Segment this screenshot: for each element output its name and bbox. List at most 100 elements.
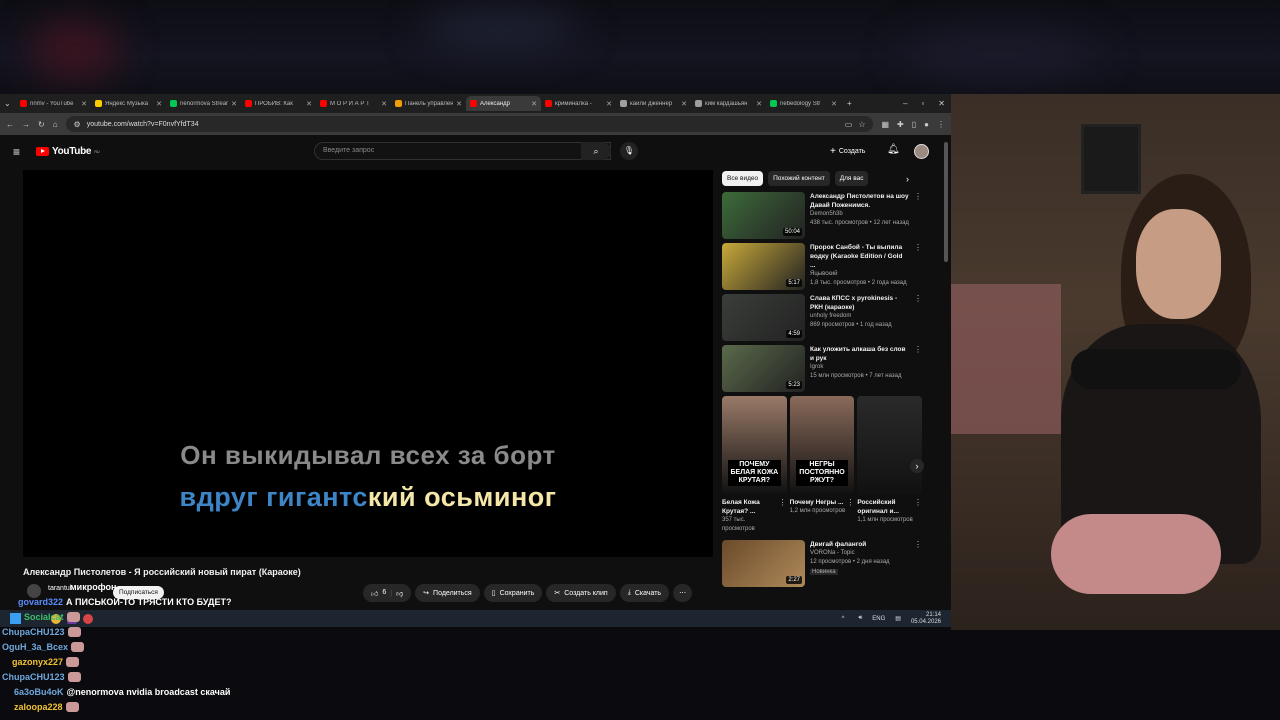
home-icon[interactable]: ⌂	[53, 120, 58, 129]
more-vertical-icon[interactable]: ⋮	[914, 243, 922, 290]
chat-username[interactable]: gazonyx227	[12, 657, 63, 667]
short-title[interactable]: Белая Кожа Крутая? ...	[722, 498, 779, 516]
short-item[interactable]: НЕГРЫ ПОСТОЯННО РЖУТ? Почему Негры ... 1,…	[789, 396, 855, 534]
more-vertical-icon[interactable]: ⋮	[846, 498, 854, 516]
short-item[interactable]: ПОЧЕМУ БЕЛАЯ КОЖА КРУТАЯ? Белая Кожа Кру…	[722, 396, 787, 534]
chat-username[interactable]: Socialcat	[24, 612, 64, 622]
search-button[interactable]: ⌕	[581, 142, 611, 160]
more-vertical-icon[interactable]: ⋮	[779, 498, 787, 534]
browser-tab[interactable]: М О Р И А Р Т ✕	[316, 96, 391, 111]
profile-icon[interactable]: ●	[924, 120, 929, 129]
create-button[interactable]: + Создать	[830, 146, 865, 157]
avatar[interactable]	[914, 144, 929, 159]
chat-username[interactable]: ChupaCHU123	[2, 627, 65, 637]
browser-tab[interactable]: nenormova Streams✕	[166, 96, 241, 111]
video-thumbnail[interactable]: 2:27	[722, 540, 805, 587]
chevron-right-icon[interactable]: ›	[906, 174, 909, 184]
list-item[interactable]: 2:27 Двигай фалангой VORONa - Topic 12 п…	[722, 540, 922, 587]
tab-close-icon[interactable]: ✕	[756, 100, 762, 108]
rec-title[interactable]: Слава КПСС x pyrokinesis - РКН (караоке)	[810, 294, 909, 312]
save-button[interactable]: ▯ Сохранить	[483, 584, 543, 602]
like-button[interactable]: 👍︎ 6	[371, 589, 386, 598]
reload-icon[interactable]: ↻	[38, 120, 45, 129]
download-button[interactable]: ⤓ Скачать	[619, 584, 670, 602]
obs-icon[interactable]	[83, 613, 93, 624]
forward-icon[interactable]: →	[22, 120, 30, 129]
youtube-logo[interactable]: YouTube RU	[36, 146, 100, 157]
extension-icon[interactable]: ▦	[881, 120, 889, 129]
tab-close-icon[interactable]: ✕	[156, 100, 162, 108]
browser-tab[interactable]: криминалка - ✕	[541, 96, 616, 111]
network-icon[interactable]: ▤	[895, 615, 901, 622]
volume-icon[interactable]: 🔊︎	[859, 615, 863, 622]
list-item[interactable]: 5:23 Как уложить алкаша без слов и рук I…	[722, 345, 922, 392]
short-thumbnail[interactable]: ПОЧЕМУ БЕЛАЯ КОЖА КРУТАЯ?	[722, 396, 787, 494]
hamburger-menu-icon[interactable]: ≡	[13, 145, 20, 159]
chat-username[interactable]: OguH_3a_Bcex	[2, 642, 68, 652]
list-item[interactable]: 50:04 Александр Пистолетов на шоу Давай …	[722, 192, 922, 239]
minimize-icon[interactable]: –	[903, 99, 907, 108]
share-button[interactable]: ↪ Поделиться	[415, 584, 480, 602]
rec-channel[interactable]: Demon5h3b	[810, 210, 909, 219]
new-tab-icon[interactable]: +	[847, 99, 852, 108]
sidepanel-icon[interactable]: ▯	[912, 120, 916, 129]
video-thumbnail[interactable]: 4:59	[722, 294, 805, 341]
filter-chip[interactable]: Для вас	[834, 171, 869, 186]
back-icon[interactable]: ←	[6, 120, 14, 129]
list-item[interactable]: 4:59 Слава КПСС x pyrokinesis - РКН (кар…	[722, 294, 922, 341]
rec-title[interactable]: Двигай фалангой	[810, 540, 909, 549]
browser-tab[interactable]: Панель управления✕	[391, 96, 466, 111]
voice-search-button[interactable]: 🎙	[620, 142, 638, 160]
install-icon[interactable]: ▭	[845, 120, 853, 129]
channel-name[interactable]: tarantul	[48, 585, 71, 592]
chat-username[interactable]: ChupaCHU123	[2, 672, 65, 682]
filter-chip[interactable]: Похожий контент	[768, 171, 830, 186]
search-input[interactable]: Введите запрос	[314, 142, 611, 160]
browser-tab[interactable]: Яндекс Музыка ✕	[91, 96, 166, 111]
windows-start-icon[interactable]	[10, 613, 21, 624]
rec-channel[interactable]: Яцывский	[810, 270, 909, 279]
bookmark-star-icon[interactable]: ☆	[858, 120, 865, 129]
tab-close-icon[interactable]: ✕	[831, 100, 837, 108]
notifications-bell-icon[interactable]: 🔔︎	[887, 144, 900, 155]
short-title[interactable]: Почему Негры ...	[790, 498, 847, 507]
more-vertical-icon[interactable]: ⋮	[914, 345, 922, 392]
language-indicator[interactable]: ENG	[872, 616, 885, 622]
list-item[interactable]: 5:17 Пророк Санбой - Ты выпила водку (Ka…	[722, 243, 922, 290]
tray-chevron-icon[interactable]: ^	[842, 616, 845, 622]
video-thumbnail[interactable]: 50:04	[722, 192, 805, 239]
short-title[interactable]: Российский оригинал и...	[857, 498, 914, 516]
more-vertical-icon[interactable]: ⋮	[914, 294, 922, 341]
scrollbar[interactable]	[944, 142, 948, 262]
dislike-button[interactable]: 👎︎	[396, 589, 403, 598]
clock[interactable]: 21:14 05.04.2026	[911, 612, 941, 626]
close-window-icon[interactable]: ✕	[938, 99, 945, 108]
tab-close-icon[interactable]: ✕	[81, 100, 87, 108]
short-thumbnail[interactable]	[857, 396, 923, 494]
puzzle-icon[interactable]: ✚	[897, 120, 904, 129]
site-info-icon[interactable]: ⚙	[74, 120, 81, 129]
more-vertical-icon[interactable]: ⋮	[914, 192, 922, 239]
chat-username[interactable]: govard322	[18, 597, 63, 607]
maximize-icon[interactable]: ▫	[921, 99, 924, 108]
filter-chip[interactable]: Все видео	[722, 171, 764, 186]
browser-tab[interactable]: ким кардашьян ✕	[691, 96, 766, 111]
rec-channel[interactable]: VORONa - Topic	[810, 549, 909, 558]
more-actions-button[interactable]: ⋯	[673, 584, 693, 602]
tab-close-icon[interactable]: ✕	[531, 100, 537, 108]
chat-username[interactable]: 6a3oBu4oK	[14, 687, 64, 697]
more-vertical-icon[interactable]: ⋮	[914, 498, 922, 525]
video-player[interactable]: Он выкидывал всех за борт вдруг гигантск…	[23, 170, 713, 557]
channel-avatar[interactable]	[27, 584, 41, 598]
tab-search-icon[interactable]: ⌄	[4, 99, 16, 108]
more-vertical-icon[interactable]: ⋮	[914, 540, 922, 587]
tab-close-icon[interactable]: ✕	[456, 100, 462, 108]
browser-tab[interactable]: ПРОБИВ: Как ✕	[241, 96, 316, 111]
address-field[interactable]: ⚙ youtube.com/watch?v=F0nvfYfdT34 ▭ ☆	[65, 116, 874, 132]
tab-close-icon[interactable]: ✕	[381, 100, 387, 108]
chat-username[interactable]: zaloopa228	[14, 702, 63, 712]
shorts-next-icon[interactable]: ›	[910, 459, 924, 473]
rec-channel[interactable]: Igrok	[810, 363, 909, 372]
tab-close-icon[interactable]: ✕	[306, 100, 312, 108]
browser-tab[interactable]: кайли дженнер ✕	[616, 96, 691, 111]
